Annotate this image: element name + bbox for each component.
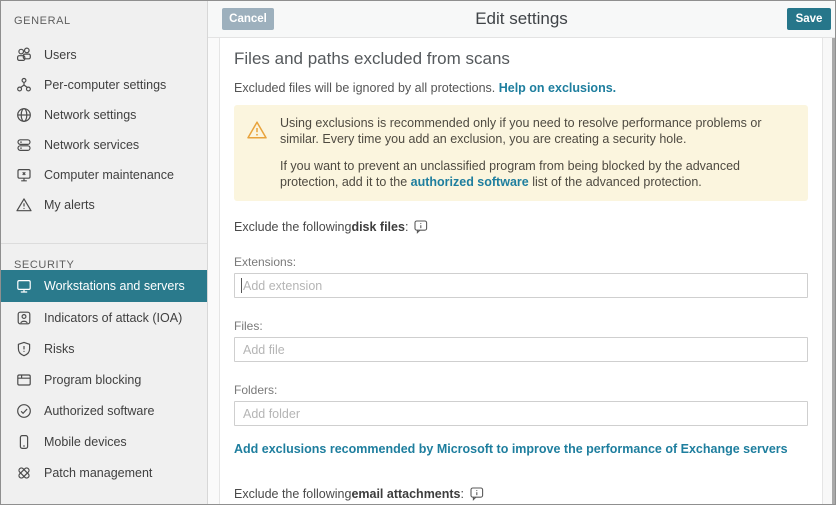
disk-title-suffix: : [405, 220, 408, 234]
microsoft-exclusions-link[interactable]: Add exclusions recommended by Microsoft … [234, 442, 808, 456]
sidebar-item-authorized-software[interactable]: Authorized software [1, 395, 207, 426]
scrollbar-thumb[interactable] [832, 38, 835, 504]
edit-settings-header: Cancel Edit settings Save [208, 1, 835, 38]
sidebar-item-network-services[interactable]: Network services [1, 130, 207, 160]
warning-triangle-icon [15, 196, 33, 214]
scrollbar-track[interactable] [823, 38, 835, 504]
sidebar-item-label: Workstations and servers [44, 279, 185, 293]
save-button[interactable]: Save [787, 8, 831, 30]
text-cursor [241, 278, 242, 293]
warning-paragraph-2: If you want to prevent an unclassified p… [280, 159, 792, 190]
sidebar-item-label: Patch management [44, 466, 152, 480]
disk-extensions-input-wrap [234, 273, 808, 298]
sidebar-item-label: Authorized software [44, 404, 154, 418]
section-heading: Files and paths excluded from scans [234, 48, 808, 70]
sidebar-item-label: Risks [44, 342, 75, 356]
email-title-prefix: Exclude the following [234, 487, 351, 501]
page-title: Edit settings [208, 9, 835, 29]
intro-text: Excluded files will be ignored by all pr… [234, 81, 808, 95]
disk-folders-label: Folders: [234, 383, 808, 397]
disk-files-input-wrap [234, 337, 808, 362]
exclusions-warning-box: Using exclusions is recommended only if … [234, 105, 808, 201]
server-stack-icon [15, 136, 33, 154]
sidebar-section-general: GENERAL [1, 12, 207, 30]
sidebar-nav-security: Workstations and servers Indicators of a… [1, 270, 207, 488]
sidebar-item-program-blocking[interactable]: Program blocking [1, 364, 207, 395]
disk-extensions-label: Extensions: [234, 255, 808, 269]
email-attachments-info-icon[interactable] [470, 487, 485, 501]
bandage-icon [15, 464, 33, 482]
sidebar-section-security: SECURITY [1, 244, 207, 270]
email-title-suffix: : [461, 487, 464, 501]
sidebar-item-indicators-of-attack[interactable]: Indicators of attack (IOA) [1, 302, 207, 333]
disk-folders-input[interactable] [234, 401, 808, 426]
sidebar-item-my-alerts[interactable]: My alerts [1, 190, 207, 220]
sidebar-item-mobile-devices[interactable]: Mobile devices [1, 426, 207, 457]
monitor-x-icon [15, 166, 33, 184]
sidebar-item-label: Network settings [44, 108, 136, 122]
intro-sentence: Excluded files will be ignored by all pr… [234, 81, 495, 95]
sidebar-item-per-computer-settings[interactable]: Per-computer settings [1, 70, 207, 100]
help-on-exclusions-link[interactable]: Help on exclusions. [499, 81, 616, 95]
app-window-icon [15, 371, 33, 389]
disk-title-prefix: Exclude the following [234, 220, 351, 234]
content-scroll-area: Files and paths excluded from scans Excl… [208, 38, 835, 504]
hierarchy-icon [15, 76, 33, 94]
settings-panel: Files and paths excluded from scans Excl… [219, 38, 823, 504]
users-icon [15, 46, 33, 64]
monitor-icon [15, 277, 33, 295]
check-circle-icon [15, 402, 33, 420]
sidebar-item-label: Program blocking [44, 373, 141, 387]
smartphone-icon [15, 433, 33, 451]
sidebar-item-label: Computer maintenance [44, 168, 174, 182]
disk-files-input[interactable] [234, 337, 808, 362]
sidebar-item-network-settings[interactable]: Network settings [1, 100, 207, 130]
sidebar-item-label: Indicators of attack (IOA) [44, 311, 182, 325]
sidebar-item-label: Network services [44, 138, 139, 152]
disk-files-info-icon[interactable] [414, 220, 429, 234]
sidebar-item-risks[interactable]: Risks [1, 333, 207, 364]
sidebar-item-patch-management[interactable]: Patch management [1, 457, 207, 488]
sidebar-item-label: Per-computer settings [44, 78, 166, 92]
person-badge-icon [15, 309, 33, 327]
warning-text: Using exclusions is recommended only if … [280, 116, 792, 190]
cancel-button[interactable]: Cancel [222, 8, 274, 30]
disk-folders-input-wrap [234, 401, 808, 426]
globe-icon [15, 106, 33, 124]
email-attachments-section-title: Exclude the following email attachments: [234, 487, 808, 501]
sidebar-item-label: Mobile devices [44, 435, 127, 449]
email-title-bold: email attachments [351, 487, 460, 501]
disk-title-bold: disk files [351, 220, 405, 234]
sidebar-item-label: Users [44, 48, 77, 62]
sidebar-item-label: My alerts [44, 198, 95, 212]
app-window: GENERAL Users Per-computer settings Netw… [0, 0, 836, 505]
shield-exclamation-icon [15, 340, 33, 358]
disk-extensions-input[interactable] [234, 273, 808, 298]
sidebar: GENERAL Users Per-computer settings Netw… [1, 1, 208, 504]
sidebar-nav-general: Users Per-computer settings Network sett… [1, 40, 207, 220]
authorized-software-link[interactable]: authorized software [411, 175, 529, 189]
disk-files-label: Files: [234, 319, 808, 333]
warning-paragraph-1: Using exclusions is recommended only if … [280, 116, 792, 147]
warning-p2-after: list of the advanced protection. [529, 175, 702, 189]
sidebar-item-users[interactable]: Users [1, 40, 207, 70]
disk-files-section-title: Exclude the following disk files: [234, 220, 808, 234]
main-area: Cancel Edit settings Save Files and path… [208, 1, 835, 504]
sidebar-item-computer-maintenance[interactable]: Computer maintenance [1, 160, 207, 190]
warning-triangle-icon [246, 119, 268, 141]
